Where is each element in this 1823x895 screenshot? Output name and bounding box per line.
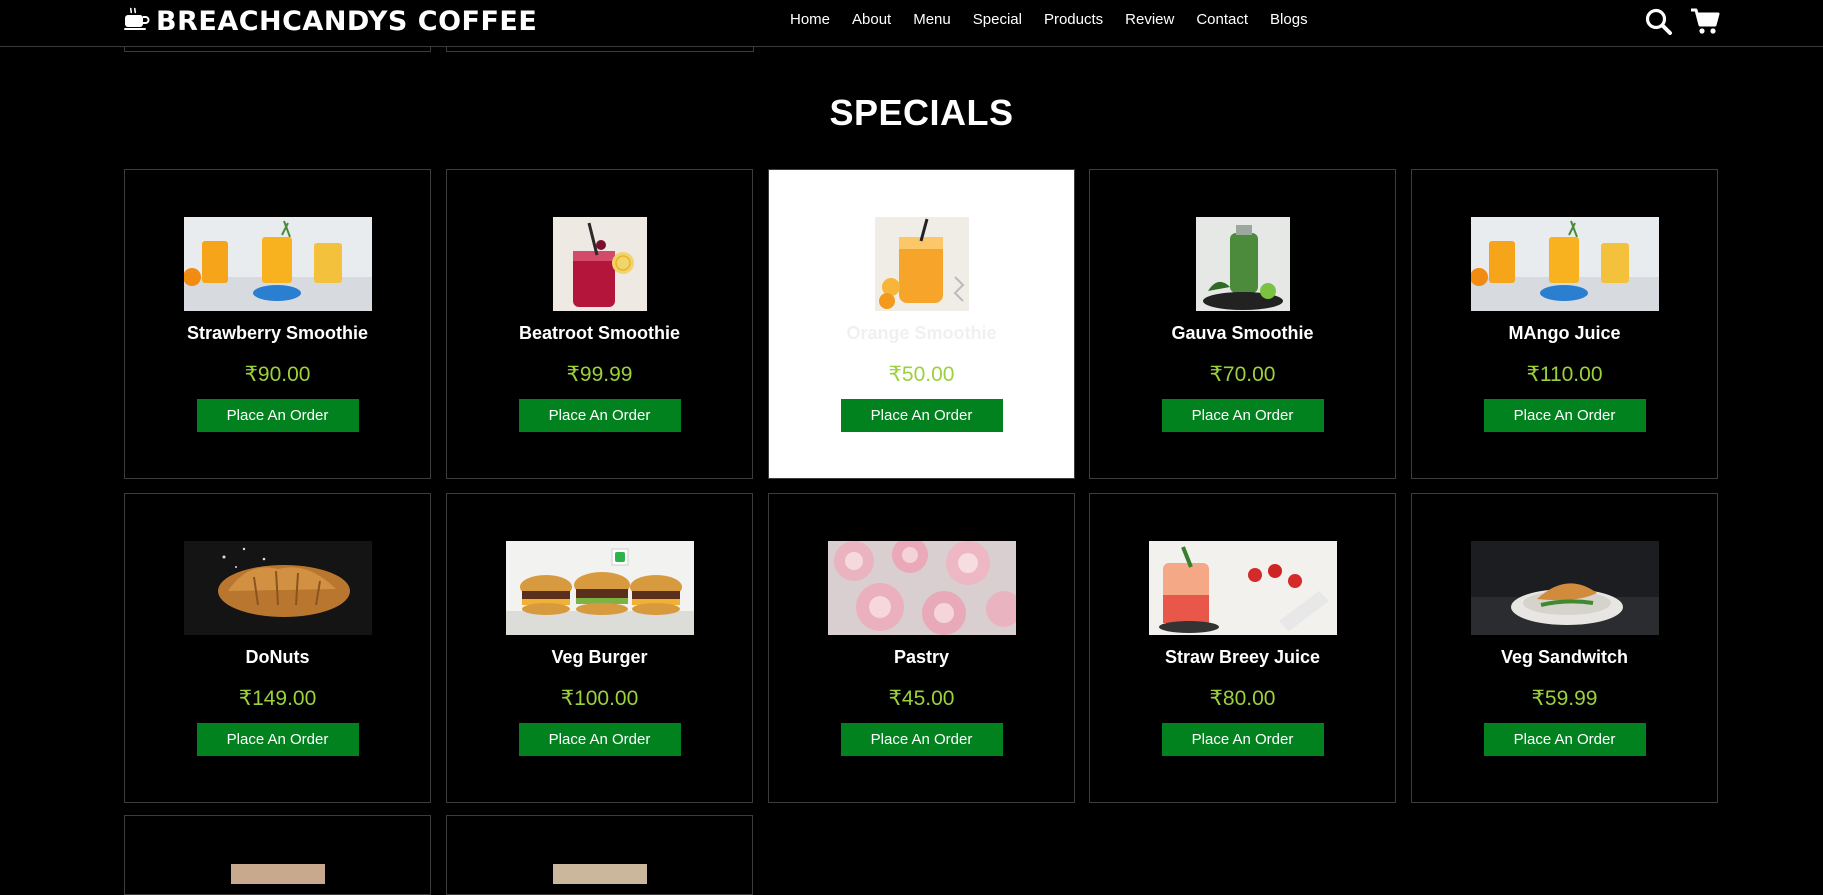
- product-image: [230, 864, 325, 884]
- product-price: ₹59.99: [1531, 687, 1598, 710]
- product-image: [552, 864, 647, 884]
- product-name: Pastry: [893, 647, 950, 667]
- cart-icon[interactable]: [1690, 7, 1720, 35]
- product-name: Veg Burger: [551, 647, 648, 667]
- product-card: [446, 815, 753, 895]
- section-title: SPECIALS: [829, 92, 1014, 133]
- nav-contact[interactable]: Contact: [1185, 11, 1259, 29]
- product-card: Pastry ₹45.00 Place An Order: [768, 493, 1075, 803]
- product-image: [1470, 541, 1659, 635]
- product-name: Beatroot Smoothie: [518, 323, 680, 343]
- coffee-cup-icon: [124, 7, 150, 36]
- product-name: Gauva Smoothie: [1171, 323, 1314, 343]
- product-image: [552, 217, 647, 311]
- product-price: ₹100.00: [560, 687, 639, 710]
- product-name: Orange Smoothie: [846, 323, 997, 343]
- nav-home[interactable]: Home: [790, 11, 841, 29]
- product-name: MAngo Juice: [1508, 323, 1621, 343]
- product-image: [505, 541, 694, 635]
- place-order-button[interactable]: Place An Order: [1161, 723, 1324, 756]
- place-order-button[interactable]: Place An Order: [840, 399, 1003, 432]
- product-card: MAngo Juice ₹110.00 Place An Order: [1411, 169, 1718, 479]
- search-icon[interactable]: [1644, 7, 1674, 35]
- brand-logo[interactable]: BREACHCANDYS COFFEE: [124, 5, 538, 37]
- nav-about[interactable]: About: [841, 11, 902, 29]
- product-image: [183, 541, 372, 635]
- brand-name: BREACHCANDYS COFFEE: [156, 5, 538, 37]
- product-price: ₹99.99: [566, 363, 633, 386]
- place-order-button[interactable]: Place An Order: [196, 399, 359, 432]
- product-image: [1195, 217, 1290, 311]
- main-nav: Home About Menu Special Products Review …: [790, 11, 1319, 29]
- product-card: Veg Burger ₹100.00 Place An Order: [446, 493, 753, 803]
- place-order-button[interactable]: Place An Order: [196, 723, 359, 756]
- place-order-button[interactable]: Place An Order: [840, 723, 1003, 756]
- product-price: ₹70.00: [1209, 363, 1276, 386]
- product-price: ₹50.00: [888, 363, 955, 386]
- product-card: Strawberry Smoothie ₹90.00 Place An Orde…: [124, 169, 431, 479]
- product-card: DoNuts ₹149.00 Place An Order: [124, 493, 431, 803]
- place-order-button[interactable]: Place An Order: [1483, 723, 1646, 756]
- nav-products[interactable]: Products: [1033, 11, 1114, 29]
- product-price: ₹80.00: [1209, 687, 1276, 710]
- place-order-button[interactable]: Place An Order: [1161, 399, 1324, 432]
- product-price: ₹110.00: [1526, 363, 1603, 386]
- product-card: [124, 815, 431, 895]
- place-order-button[interactable]: Place An Order: [518, 723, 681, 756]
- product-card: Straw Breey Juice ₹80.00 Place An Order: [1089, 493, 1396, 803]
- product-price: ₹45.00: [888, 687, 955, 710]
- product-name: Straw Breey Juice: [1164, 647, 1321, 667]
- product-card: Gauva Smoothie ₹70.00 Place An Order: [1089, 169, 1396, 479]
- product-name: DoNuts: [245, 647, 310, 667]
- product-price: ₹90.00: [244, 363, 311, 386]
- product-image: [1470, 217, 1659, 311]
- site-header: BREACHCANDYS COFFEE Home About Menu Spec…: [0, 0, 1823, 47]
- product-card: Orange Smoothie ₹50.00 Place An Order: [768, 169, 1075, 479]
- product-name: Veg Sandwitch: [1500, 647, 1629, 667]
- product-name: Strawberry Smoothie: [186, 323, 369, 343]
- product-image: [827, 541, 1016, 635]
- nav-menu[interactable]: Menu: [902, 11, 962, 29]
- product-card: Veg Sandwitch ₹59.99 Place An Order: [1411, 493, 1718, 803]
- product-price: ₹149.00: [238, 687, 317, 710]
- nav-special[interactable]: Special: [962, 11, 1033, 29]
- nav-blogs[interactable]: Blogs: [1259, 11, 1319, 29]
- place-order-button[interactable]: Place An Order: [1483, 399, 1646, 432]
- product-image: [183, 217, 372, 311]
- product-image: [1148, 541, 1337, 635]
- product-image: [874, 217, 969, 311]
- nav-review[interactable]: Review: [1114, 11, 1185, 29]
- product-card: Beatroot Smoothie ₹99.99 Place An Order: [446, 169, 753, 479]
- place-order-button[interactable]: Place An Order: [518, 399, 681, 432]
